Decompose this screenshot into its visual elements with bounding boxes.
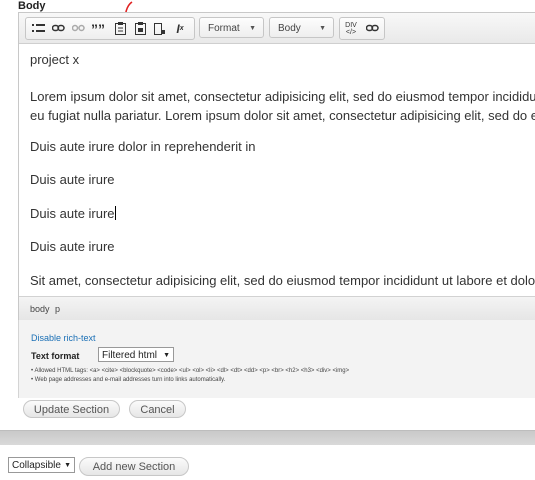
content-paragraph-with-cursor: Duis aute irure [30, 206, 116, 221]
update-section-button[interactable]: Update Section [23, 400, 120, 418]
format-combo[interactable]: Format ▼ [199, 17, 264, 38]
paste-text-icon[interactable] [110, 18, 130, 39]
editor-content-area[interactable]: project x Lorem ipsum dolor sit amet, co… [19, 44, 535, 295]
bulleted-list-icon[interactable] [28, 18, 48, 39]
editor-toolbar: ”” Ix Format ▼ Body ▼ DIV </> [19, 13, 535, 44]
rich-text-editor: ”” Ix Format ▼ Body ▼ DIV </> project x … [18, 12, 535, 321]
source-icon[interactable]: DIV </> [341, 18, 361, 39]
collapsible-select-value: Collapsible [12, 460, 61, 471]
paste-word-icon[interactable] [130, 18, 150, 39]
chevron-down-icon: ▼ [163, 352, 170, 359]
content-paragraph: Lorem ipsum dolor sit amet, consectetur … [30, 89, 535, 104]
path-element-p[interactable]: p [55, 304, 60, 314]
content-paragraph: Duis aute irure [30, 239, 115, 254]
anchor-icon[interactable] [150, 18, 170, 39]
format-tip-text: Web page addresses and e-mail addresses … [34, 377, 226, 383]
text-format-label: Text format [31, 351, 80, 361]
format-tip-text: Allowed HTML tags: <a> <cite> <blockquot… [34, 368, 350, 374]
format-combo-label: Format [208, 23, 240, 34]
text-format-panel: Disable rich-text Text format Filtered h… [18, 320, 535, 398]
format-tip-item: • Allowed HTML tags: <a> <cite> <blockqu… [31, 368, 350, 374]
collapsible-select[interactable]: Collapsible ▼ [8, 457, 75, 473]
format-tips: • Allowed HTML tags: <a> <cite> <blockqu… [31, 368, 349, 386]
toolbar-button-group: ”” Ix [25, 17, 195, 40]
body-field-label: Body [18, 0, 46, 12]
special-link-icon[interactable] [362, 18, 382, 39]
link-icon[interactable] [48, 18, 68, 39]
unlink-icon[interactable] [68, 18, 88, 39]
content-paragraph-text: Duis aute irure [30, 206, 115, 221]
text-cursor [114, 206, 116, 220]
chevron-down-icon: ▼ [319, 25, 326, 32]
style-combo-label: Body [278, 23, 301, 34]
content-paragraph: eu fugiat nulla pariatur. Lorem ipsum do… [30, 108, 535, 123]
add-new-section-button[interactable]: Add new Section [79, 457, 189, 476]
disable-rich-text-link[interactable]: Disable rich-text [31, 333, 96, 343]
text-format-value: Filtered html [102, 350, 158, 361]
cancel-button[interactable]: Cancel [129, 400, 186, 418]
blockquote-icon[interactable]: ”” [88, 18, 108, 39]
chevron-down-icon: ▼ [249, 25, 256, 32]
format-tip-item: • Web page addresses and e-mail addresse… [31, 377, 226, 383]
chevron-down-icon: ▼ [64, 462, 71, 469]
path-element-body[interactable]: body [30, 304, 50, 314]
content-paragraph: Duis aute irure dolor in reprehenderit i… [30, 139, 256, 154]
content-paragraph: project x [30, 52, 80, 67]
section-divider [0, 430, 535, 445]
content-paragraph: Duis aute irure [30, 172, 115, 187]
remove-format-icon[interactable]: Ix [170, 18, 190, 39]
text-format-select[interactable]: Filtered html ▼ [98, 347, 174, 362]
toolbar-button-group-2: DIV </> [339, 17, 385, 40]
content-paragraph: Sit amet, consectetur adipisicing elit, … [30, 273, 535, 288]
element-path-bar: body p [19, 296, 535, 320]
style-combo[interactable]: Body ▼ [269, 17, 334, 38]
